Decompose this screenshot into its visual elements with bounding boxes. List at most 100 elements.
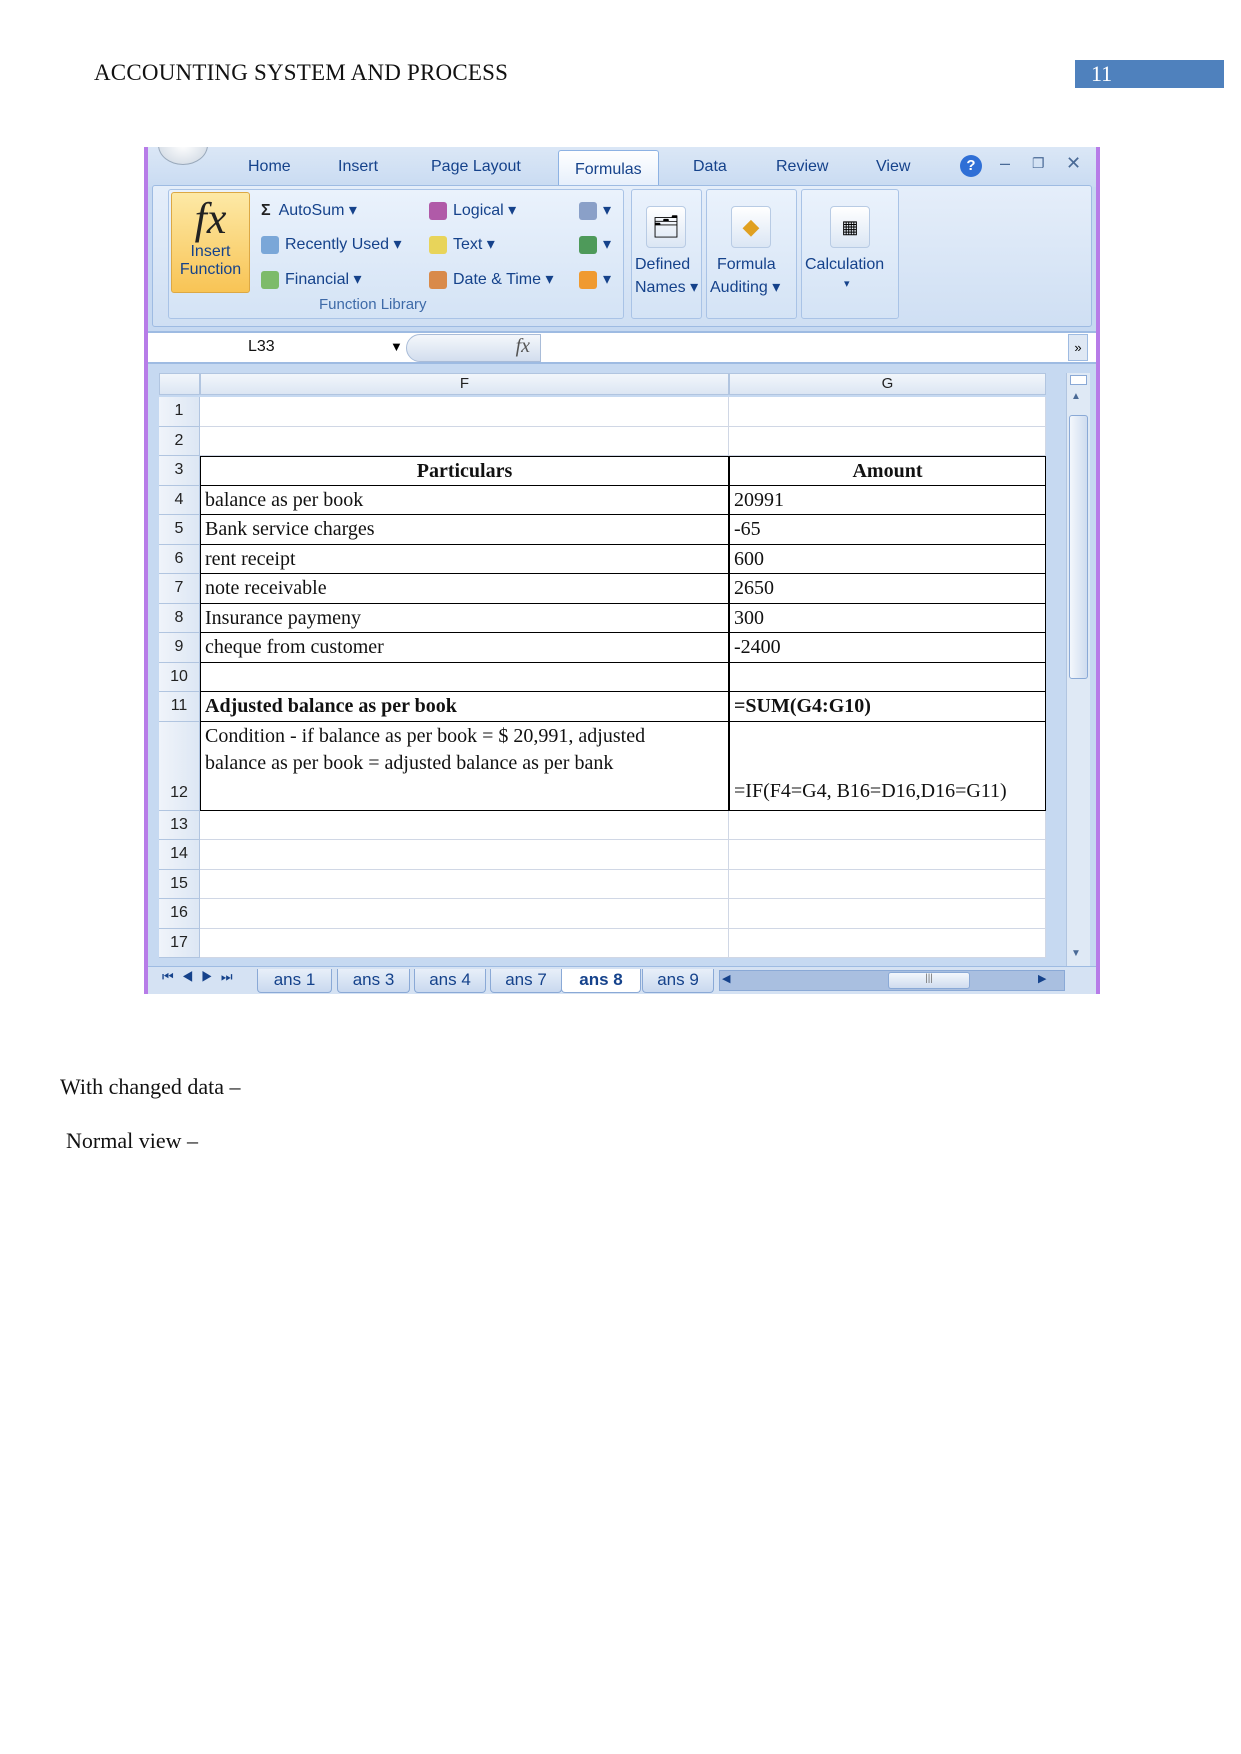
column-header-g[interactable]: G (729, 373, 1046, 395)
logical-button[interactable]: Logical ▾ (429, 200, 516, 220)
financial-button[interactable]: Financial ▾ (261, 269, 362, 289)
cell-f[interactable]: Particulars (200, 456, 729, 486)
row-header[interactable]: 9 (159, 633, 200, 663)
scroll-left-icon[interactable]: ◀ (722, 972, 730, 985)
sheet-nav-arrows[interactable]: ⏮◀▶⏭ (162, 969, 241, 985)
insert-function-fx-button[interactable]: fx (406, 334, 541, 362)
formula-input[interactable] (542, 333, 1062, 362)
row-header[interactable]: 10 (159, 662, 200, 692)
cell-g[interactable]: 2650 (729, 574, 1046, 604)
sheet-tab[interactable]: ans 1 (257, 969, 332, 993)
row-header[interactable]: 6 (159, 544, 200, 574)
cell-f[interactable]: Condition - if balance as per book = $ 2… (200, 721, 729, 811)
horizontal-scroll-thumb[interactable]: ||| (888, 972, 970, 989)
autosum-button[interactable]: Σ AutoSum ▾ (261, 200, 357, 220)
sheet-tab[interactable]: ans 4 (414, 969, 486, 993)
cell-g[interactable] (729, 928, 1046, 958)
row-header[interactable]: 12 (159, 721, 200, 811)
sheet-tab[interactable]: ans 8 (561, 969, 641, 993)
tab-page-layout[interactable]: Page Layout (431, 158, 521, 176)
cell-g[interactable]: 600 (729, 544, 1046, 574)
row-header[interactable]: 8 (159, 603, 200, 633)
cell-f[interactable]: Adjusted balance as per book (200, 692, 729, 722)
name-box[interactable]: L33 (248, 338, 275, 356)
close-icon[interactable]: ✕ (1066, 153, 1081, 174)
row-header[interactable]: 2 (159, 426, 200, 456)
scroll-right-icon[interactable]: ▶ (1038, 972, 1046, 985)
cell-f[interactable]: note receivable (200, 574, 729, 604)
cell-g[interactable] (729, 810, 1046, 840)
tab-formulas[interactable]: Formulas (558, 150, 659, 188)
scroll-down-icon[interactable]: ▼ (1071, 948, 1081, 959)
formula-auditing-button[interactable]: ◆ Formula Auditing ▾ (706, 189, 797, 319)
row-header[interactable]: 17 (159, 928, 200, 958)
sheet-tab[interactable]: ans 3 (337, 969, 410, 993)
row-header[interactable]: 13 (159, 810, 200, 840)
defined-names-button[interactable]: 🗂 Defined Names ▾ (631, 189, 702, 319)
expand-formula-bar-icon[interactable]: » (1068, 334, 1088, 361)
minimize-icon[interactable]: – (1000, 153, 1010, 174)
sheet-tab[interactable]: ans 7 (490, 969, 562, 993)
cell-f[interactable]: Insurance paymeny (200, 603, 729, 633)
row-header[interactable]: 16 (159, 899, 200, 929)
cell-g[interactable]: 300 (729, 603, 1046, 633)
math-trig-button[interactable]: ▾ (579, 234, 611, 254)
cell-g[interactable]: Amount (729, 456, 1046, 486)
text-button[interactable]: Text ▾ (429, 234, 495, 254)
tab-data[interactable]: Data (693, 158, 727, 176)
tab-review[interactable]: Review (776, 158, 828, 176)
cell-f[interactable] (200, 397, 729, 427)
split-box[interactable] (1070, 375, 1087, 385)
row-header[interactable]: 1 (159, 397, 200, 427)
insert-function-button[interactable]: fx Insert Function (171, 192, 250, 293)
row-header[interactable]: 5 (159, 515, 200, 545)
cell-g[interactable] (729, 869, 1046, 899)
tab-view[interactable]: View (876, 158, 910, 176)
cell-g[interactable] (729, 426, 1046, 456)
date-time-button[interactable]: Date & Time ▾ (429, 269, 554, 289)
vertical-scrollbar[interactable]: ▲ ▼ (1066, 373, 1090, 966)
tab-home[interactable]: Home (248, 158, 291, 176)
select-all-button[interactable] (159, 373, 200, 395)
office-button[interactable] (158, 147, 208, 165)
cell-f[interactable] (200, 928, 729, 958)
cell-f[interactable] (200, 662, 729, 692)
cell-f[interactable]: Bank service charges (200, 515, 729, 545)
cell-f[interactable] (200, 426, 729, 456)
row-header[interactable]: 15 (159, 869, 200, 899)
cell-g[interactable]: =SUM(G4:G10) (729, 692, 1046, 722)
restore-icon[interactable]: ❐ (1032, 155, 1045, 172)
scroll-up-icon[interactable]: ▲ (1071, 391, 1081, 402)
cell-f[interactable] (200, 869, 729, 899)
cell-f[interactable]: cheque from customer (200, 633, 729, 663)
cell-f[interactable] (200, 810, 729, 840)
row-header[interactable]: 3 (159, 456, 200, 486)
cell-g[interactable] (729, 899, 1046, 929)
cell-g[interactable]: -65 (729, 515, 1046, 545)
cell-f[interactable] (200, 840, 729, 870)
cell-g[interactable] (729, 397, 1046, 427)
row-header[interactable]: 11 (159, 692, 200, 722)
row-header[interactable]: 4 (159, 485, 200, 515)
recently-used-button[interactable]: Recently Used ▾ (261, 234, 402, 254)
sheet-tab[interactable]: ans 9 (642, 969, 714, 993)
cell-g[interactable]: =IF(F4=G4, B16=D16,D16=G11) (729, 721, 1046, 811)
lookup-reference-button[interactable]: ▾ (579, 200, 611, 220)
tab-insert[interactable]: Insert (338, 158, 378, 176)
cell-g[interactable]: 20991 (729, 485, 1046, 515)
cell-g[interactable] (729, 662, 1046, 692)
calculation-button[interactable]: ▦ Calculation ▾ (801, 189, 899, 319)
more-functions-button[interactable]: ▾ (579, 269, 611, 289)
cell-g[interactable]: -2400 (729, 633, 1046, 663)
cell-f[interactable]: balance as per book (200, 485, 729, 515)
vertical-scroll-thumb[interactable] (1069, 415, 1088, 679)
name-box-dropdown-icon[interactable]: ▼ (390, 339, 403, 354)
cell-g[interactable] (729, 840, 1046, 870)
row-header[interactable]: 7 (159, 574, 200, 604)
horizontal-scrollbar[interactable]: ◀ ||| ▶ (719, 970, 1065, 991)
cell-f[interactable] (200, 899, 729, 929)
help-icon[interactable]: ? (960, 155, 982, 177)
column-header-f[interactable]: F (200, 373, 729, 395)
row-header[interactable]: 14 (159, 840, 200, 870)
cell-f[interactable]: rent receipt (200, 544, 729, 574)
